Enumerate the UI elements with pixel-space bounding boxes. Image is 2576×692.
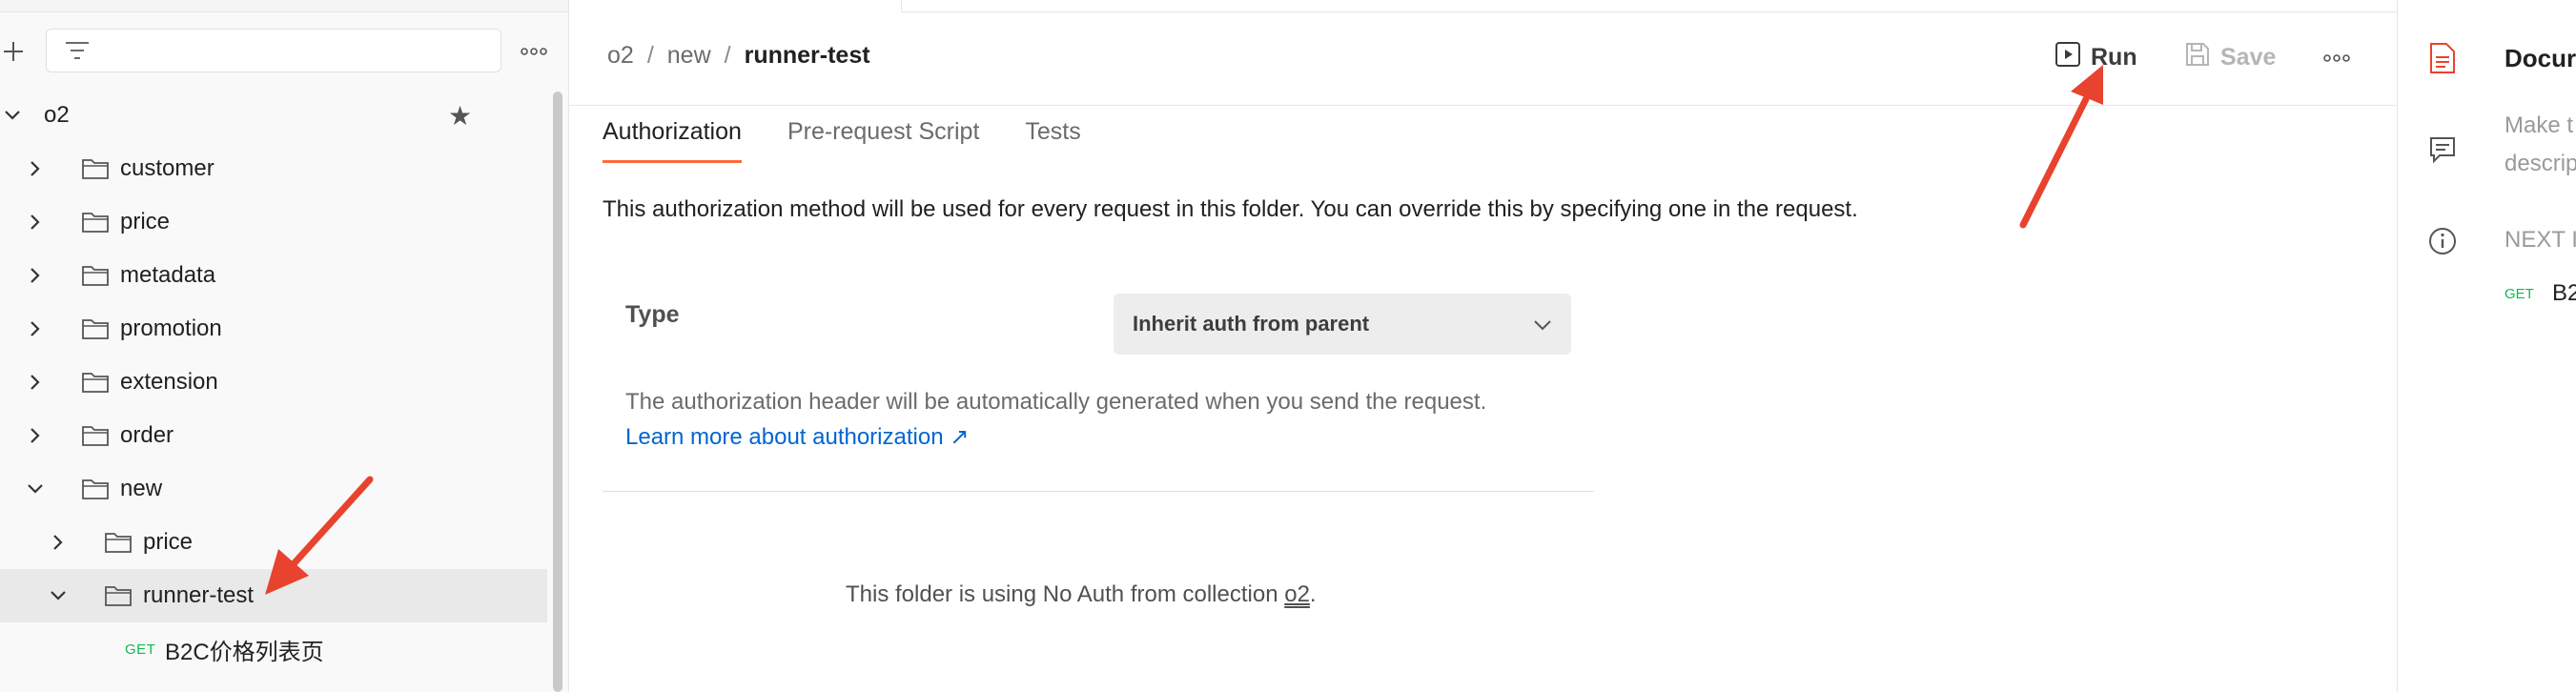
filter-icon[interactable] — [64, 37, 91, 64]
tab-authorization[interactable]: Authorization — [603, 118, 742, 163]
chevron-right-icon[interactable] — [23, 263, 48, 288]
tree-item-label: order — [120, 422, 174, 448]
chevron-right-icon[interactable] — [23, 210, 48, 234]
note-prefix: This folder is using No Auth from collec… — [846, 581, 1285, 607]
header-divider — [569, 105, 2397, 106]
folder-icon — [80, 209, 111, 235]
chevron-right-icon[interactable] — [23, 316, 48, 341]
new-plus-icon[interactable] — [0, 38, 27, 65]
breadcrumb: o2 / new / runner-test — [607, 42, 870, 70]
play-icon — [2055, 41, 2081, 74]
chevron-right-icon[interactable] — [23, 156, 48, 181]
tree-item-o2[interactable]: o2 ★ — [0, 89, 547, 142]
collection-link[interactable]: o2 — [1284, 581, 1310, 607]
tree-item-price[interactable]: price — [0, 516, 547, 569]
folder-icon — [103, 529, 133, 556]
tree-item-label: runner-test — [143, 582, 255, 608]
next-method-badge: GET — [2504, 286, 2534, 302]
tab-tests[interactable]: Tests — [1025, 118, 1080, 163]
save-icon — [2184, 41, 2211, 74]
next-item-link[interactable]: B2 — [2552, 280, 2576, 307]
doc-description-line2: descrip — [2504, 151, 2576, 176]
auth-type-label: Type — [625, 301, 680, 328]
filter-box[interactable] — [46, 29, 501, 72]
breadcrumb-item[interactable]: o2 — [607, 42, 634, 70]
chevron-right-icon[interactable] — [46, 530, 71, 555]
next-label: NEXT I — [2504, 227, 2576, 253]
save-label: Save — [2220, 43, 2277, 71]
auth-type-value: Inherit auth from parent — [1133, 312, 1370, 336]
tree-item-label: metadata — [120, 262, 216, 288]
documentation-title: Docur — [2504, 44, 2576, 72]
tree-item-label: price — [143, 529, 194, 555]
chevron-down-icon[interactable] — [46, 583, 71, 608]
more-options-icon[interactable] — [519, 38, 549, 65]
breadcrumb-item[interactable]: new — [667, 42, 711, 70]
save-button[interactable]: Save — [2184, 38, 2276, 76]
tree-item-label: customer — [120, 155, 215, 181]
right-context-panel: Docur Make t descrip NEXT I GET B2 — [2397, 0, 2576, 692]
tree-item-label: promotion — [120, 315, 222, 341]
more-actions-icon[interactable] — [2320, 44, 2354, 72]
section-divider — [603, 491, 1594, 492]
chevron-right-icon[interactable] — [23, 370, 48, 395]
tree-item-promotion[interactable]: promotion — [0, 302, 547, 356]
auth-type-select[interactable]: Inherit auth from parent — [1114, 294, 1571, 355]
breadcrumb-current: runner-test — [744, 42, 870, 69]
tree-item-label: price — [120, 209, 171, 234]
chevron-right-icon[interactable] — [23, 423, 48, 448]
chevron-down-icon[interactable] — [23, 477, 48, 501]
run-label: Run — [2091, 43, 2137, 71]
comment-icon[interactable] — [2426, 133, 2459, 166]
sidebar: o2 ★ customer price metadata promotion extensi… — [0, 0, 569, 692]
tree-item-new[interactable]: new — [0, 462, 547, 516]
main-panel: o2 / new / runner-test Run Save Authoriz… — [569, 0, 2398, 692]
tree-item-extension[interactable]: extension — [0, 356, 547, 409]
folder-icon — [80, 476, 111, 502]
auth-info-text: The authorization header will be automat… — [625, 389, 1487, 415]
run-button[interactable]: Run — [2055, 38, 2137, 76]
tree-item-label: new — [120, 476, 163, 501]
tab-pre-request-script[interactable]: Pre-request Script — [787, 118, 979, 163]
method-badge: GET — [125, 641, 156, 658]
info-icon[interactable] — [2426, 225, 2459, 257]
tree-item-label: o2 — [44, 102, 70, 128]
tree-item-label: B2C价格列表页 — [165, 639, 324, 665]
auth-description: This authorization method will be used f… — [603, 196, 1858, 222]
folder-icon — [80, 369, 111, 396]
folder-tabs: Authorization Pre-request Script Tests — [603, 118, 1081, 163]
tree-item-label: extension — [120, 369, 218, 395]
folder-icon — [80, 262, 111, 289]
chevron-down-icon[interactable] — [0, 103, 25, 128]
note-suffix: . — [1309, 581, 1317, 607]
tree-item-runner-test[interactable]: runner-test — [0, 569, 547, 622]
tree-item-metadata[interactable]: metadata — [0, 249, 547, 302]
learn-more-link[interactable]: Learn more about authorization ↗ — [625, 423, 969, 451]
folder-icon — [80, 422, 111, 449]
folder-icon — [80, 315, 111, 342]
no-auth-note: This folder is using No Auth from collec… — [846, 581, 1317, 608]
chevron-down-icon — [1533, 312, 1552, 336]
folder-icon — [103, 582, 133, 609]
folder-icon — [80, 155, 111, 182]
tree-item-order[interactable]: order — [0, 409, 547, 462]
breadcrumb-separator: / — [724, 42, 731, 69]
star-icon[interactable]: ★ — [448, 100, 472, 132]
breadcrumb-separator: / — [646, 42, 654, 69]
document-icon[interactable] — [2426, 42, 2459, 74]
sidebar-scrollbar[interactable] — [553, 92, 562, 692]
request-item[interactable]: GET B2C价格列表页 — [0, 622, 547, 676]
tree-item-customer[interactable]: customer — [0, 142, 547, 195]
sidebar-top-strip — [0, 0, 568, 12]
doc-description-line1: Make t — [2504, 112, 2574, 138]
tab-strip — [901, 0, 2398, 12]
tree-item-price[interactable]: price — [0, 195, 547, 249]
